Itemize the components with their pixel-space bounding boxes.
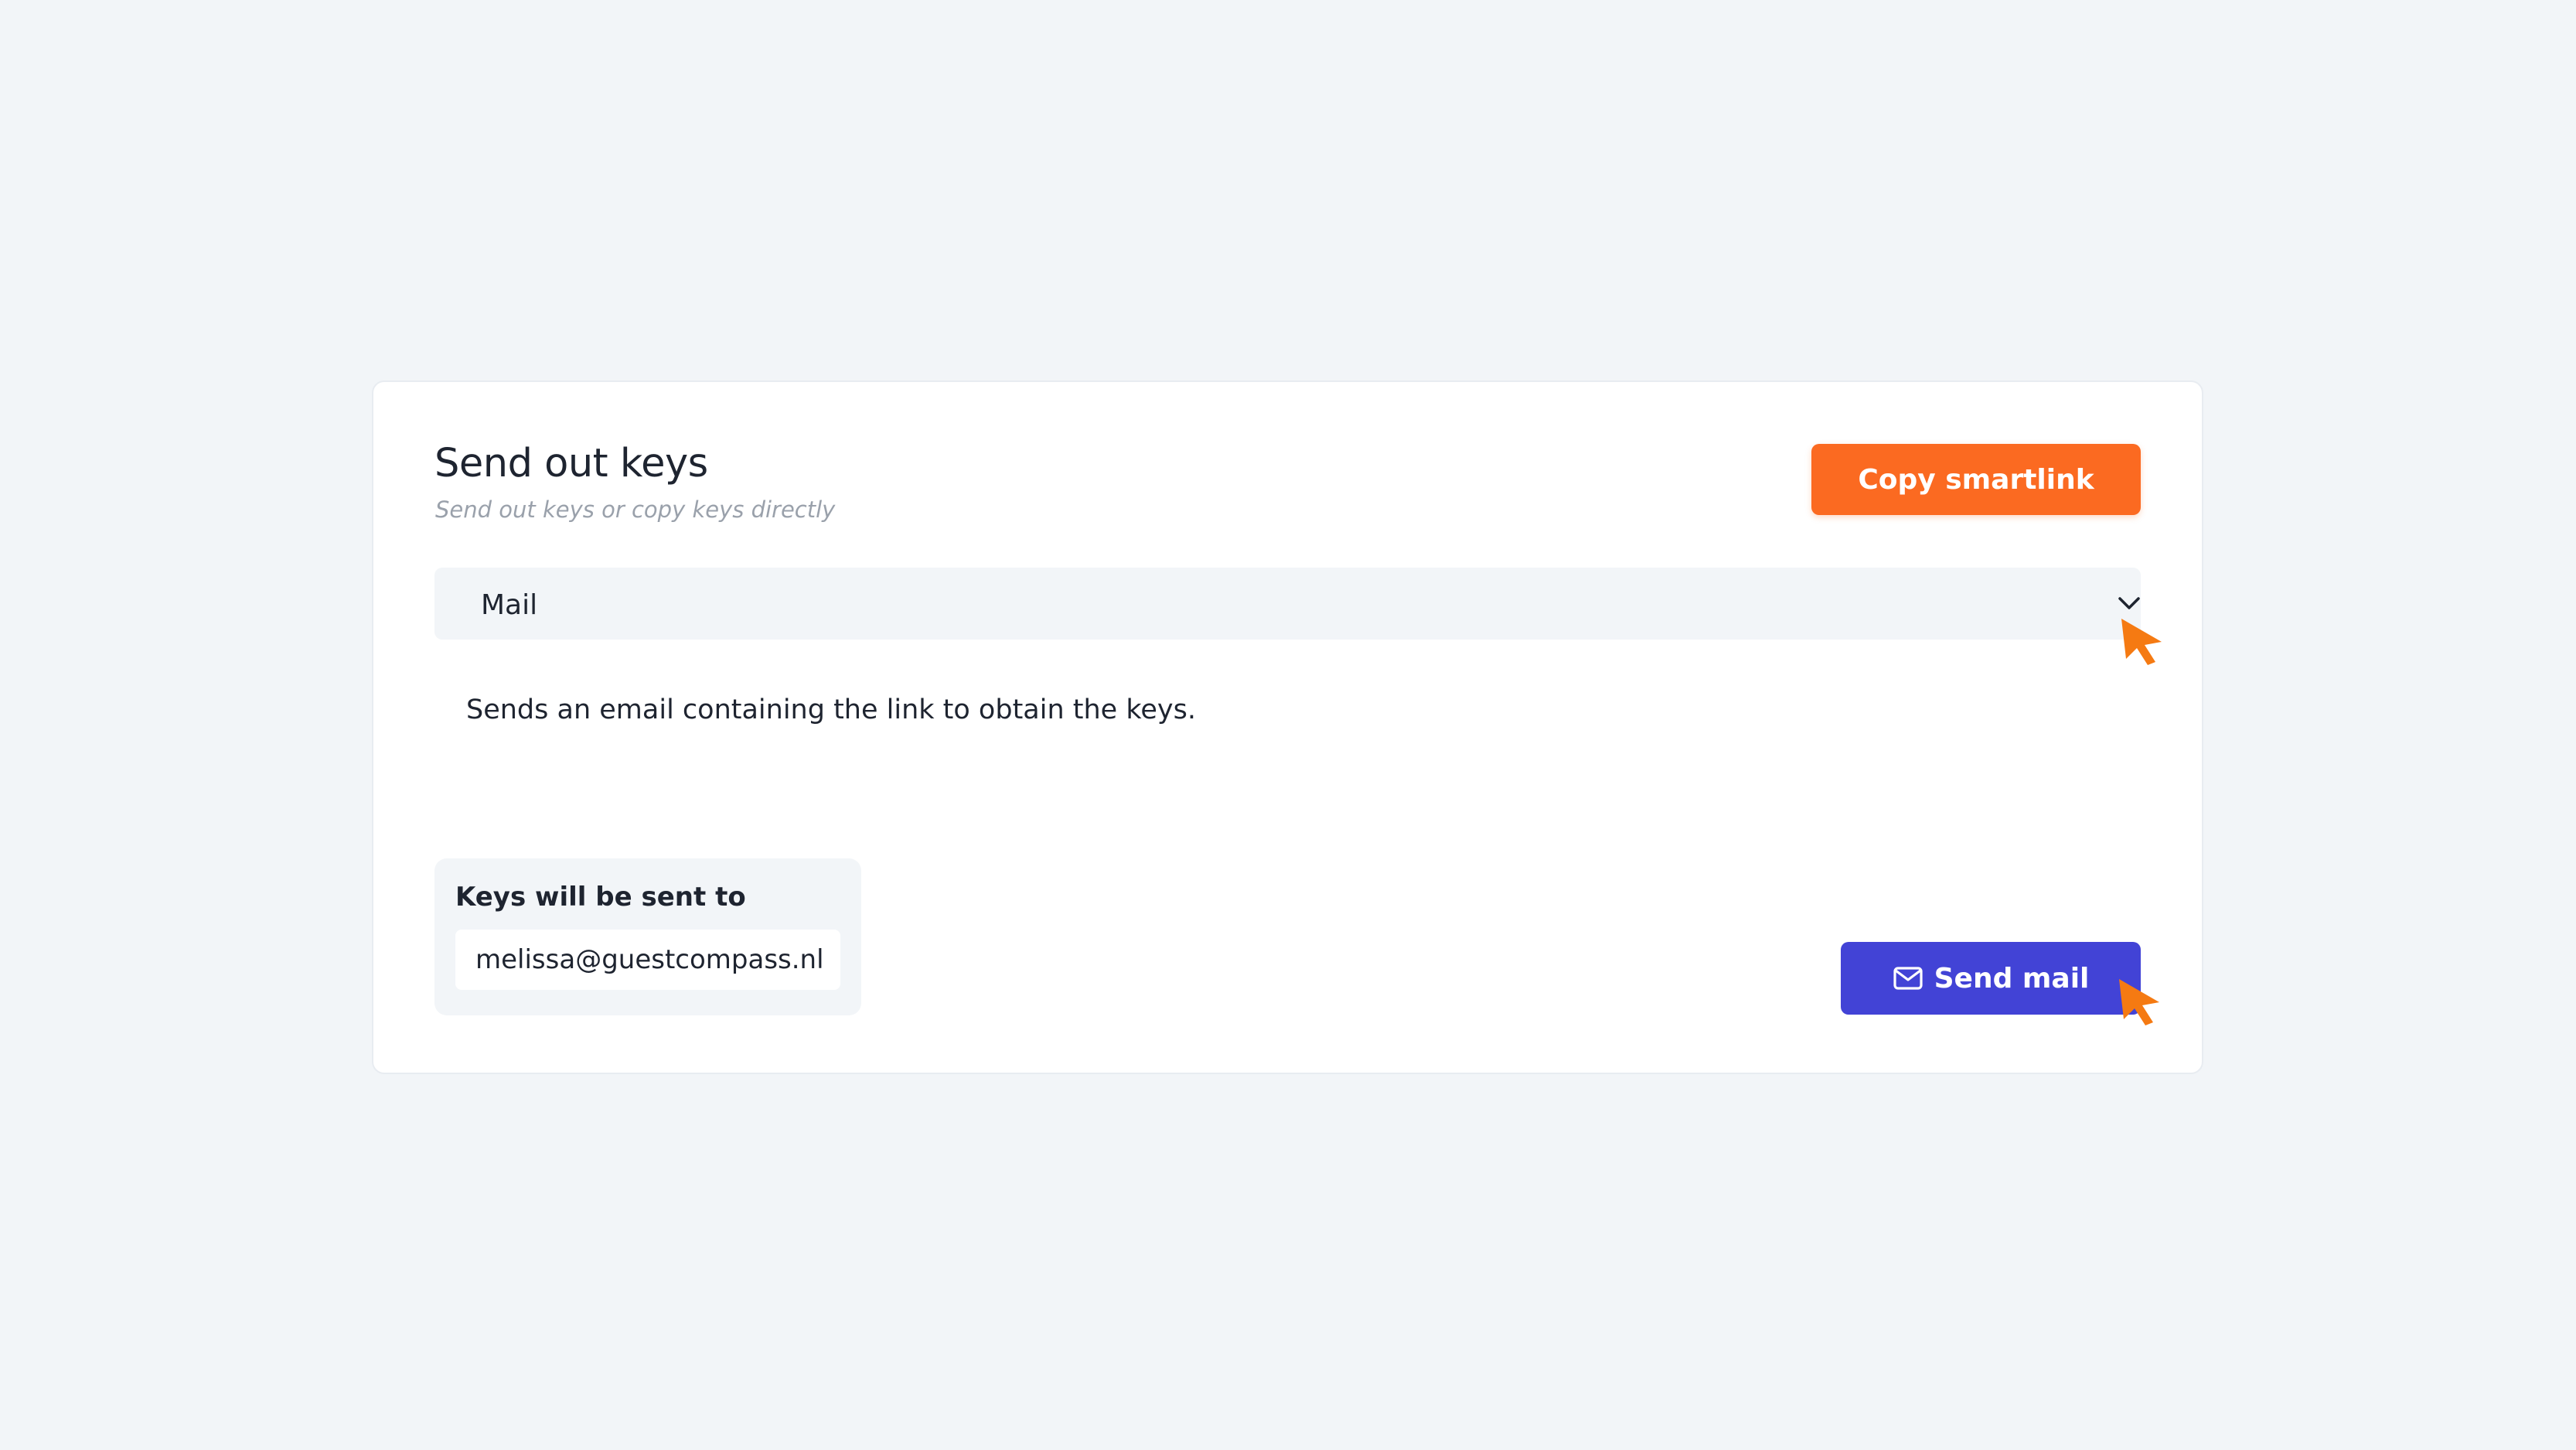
copy-smartlink-button[interactable]: Copy smartlink [1811,444,2141,515]
cursor-arrow-icon [2121,619,2162,665]
cursor-arrow-icon [2119,979,2159,1025]
recipient-panel: Keys will be sent to melissa@guestcompas… [434,858,861,1015]
send-mail-button[interactable]: Send mail [1841,942,2141,1015]
recipient-email-field[interactable]: melissa@guestcompass.nl [455,930,840,990]
page-subtitle: Send out keys or copy keys directly [435,496,836,523]
page-title: Send out keys [434,441,708,486]
send-method-selected-value: Mail [481,589,538,621]
method-description: Sends an email containing the link to ob… [466,694,1196,725]
send-keys-card: Send out keys Send out keys or copy keys… [372,380,2203,1074]
chevron-down-icon[interactable] [2114,588,2145,619]
send-mail-label: Send mail [1934,962,2090,995]
recipient-label: Keys will be sent to [455,882,746,913]
send-method-select[interactable]: Mail [434,568,2141,640]
mail-icon [1893,967,1923,990]
